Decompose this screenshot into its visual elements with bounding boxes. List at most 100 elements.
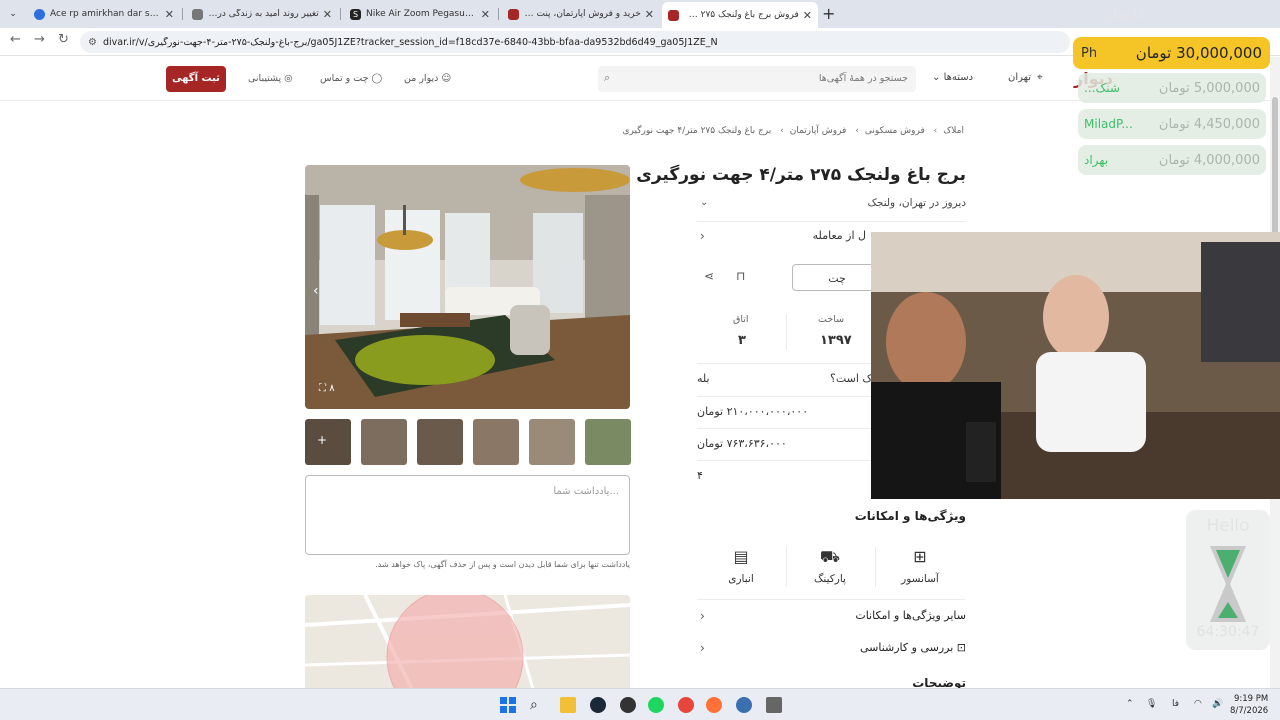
breadcrumb-item[interactable]: فروش مسکونی (865, 126, 925, 136)
close-icon[interactable]: ✕ (645, 8, 654, 21)
firefox-icon[interactable] (706, 697, 722, 713)
thumbnail[interactable] (417, 419, 463, 465)
stat-value: ۱۳۹۷ (820, 333, 852, 348)
features-title: ویژگی‌ها و امکانات (854, 509, 966, 523)
browser-icon[interactable] (736, 697, 752, 713)
wifi-icon[interactable]: ◠ (1194, 699, 1202, 709)
photo-count-badge[interactable]: ⛶ ۸ (319, 383, 335, 394)
location-pin-icon: ⌖ (1037, 72, 1043, 83)
bookmark-icon[interactable]: ⊓ (736, 269, 745, 283)
top-donation: Ph 30,000,000 تومان (1073, 37, 1270, 69)
thumbnail[interactable] (529, 419, 575, 465)
post-ad-button[interactable]: ثبت آگهی (166, 66, 226, 92)
tab-ace-rp[interactable]: Ace rp amirkhan dar shahr - Re ✕ (28, 3, 180, 25)
site-info-icon[interactable]: ⚙ (88, 37, 97, 48)
thumbnail[interactable] (585, 419, 631, 465)
more-features-link[interactable]: سایر ویژگی‌ها و امکانات (855, 609, 966, 622)
price-per-meter: ۷۶۳،۶۳۶،۰۰۰ تومان (697, 437, 787, 450)
stat-label: اتاق (733, 314, 749, 325)
search-input[interactable]: جستجو در همهٔ آگهی‌ها ⌕ (598, 66, 916, 92)
volume-icon[interactable]: 🔊 (1212, 699, 1223, 709)
hourglass-timer: Hello 64:30:47 (1186, 510, 1270, 650)
note-hint: یادداشت تنها برای شما قابل دیدن است و پس… (375, 560, 630, 569)
donation-row: بهراد 4,000,000 تومان (1078, 145, 1266, 175)
page-title: برج باغ ولنجک ۲۷۵ متر/۴ جهت نورگیری (636, 165, 966, 185)
start-icon[interactable] (500, 697, 516, 713)
tray-chevron-icon[interactable]: ⌃ (1126, 699, 1134, 709)
note-textarea[interactable]: یادداشت شما... (305, 475, 630, 555)
review-link[interactable]: ⊡ بررسی و کارشناسی (860, 641, 966, 654)
back-icon[interactable]: ← (10, 32, 21, 47)
chat-link[interactable]: چت و تماس ◯ (320, 73, 382, 84)
chevron-left-icon[interactable]: › (700, 229, 705, 243)
windows-taskbar: ⌕ ⌃ 🎙 فا ◠ 🔊 9:19 PM 8/7/2026 (0, 688, 1280, 720)
close-icon[interactable]: ✕ (323, 8, 332, 21)
row-label: ک است؟ (830, 372, 873, 385)
close-icon[interactable]: ✕ (165, 8, 174, 21)
description-title: توضیحات (912, 676, 966, 688)
system-clock[interactable]: 9:19 PM 8/7/2026 (1230, 693, 1268, 717)
living-room-photo (305, 165, 630, 409)
microphone-icon[interactable]: 🎙 (1146, 699, 1157, 709)
tab-divar-listing[interactable]: فروش برج باغ ولنجک ۲۷۵ متر/۴ - ✕ (662, 2, 818, 28)
row-value: بله (697, 372, 710, 385)
info-line[interactable]: ل از معامله (813, 229, 866, 242)
share-icon[interactable]: ⋖ (704, 269, 714, 283)
tab-search-icon[interactable]: ⌄ (4, 5, 22, 23)
chat-button[interactable]: چت (792, 264, 882, 291)
close-icon[interactable]: ✕ (481, 8, 490, 21)
thumbnail[interactable]: + (305, 419, 351, 465)
map-graphic (305, 595, 630, 688)
tab-divar-apartments[interactable]: خرید و فروش آپارتمان، پنت هاوس ✕ (502, 3, 660, 25)
main-photo[interactable]: ‹ ⛶ ۸ (305, 165, 630, 409)
expand-icon: ⛶ (319, 383, 330, 394)
breadcrumb-item: برج باغ ولنجک ۲۷۵ متر/۴ جهت نورگیری (622, 126, 772, 136)
spotify-icon[interactable] (648, 697, 664, 713)
tab-nike[interactable]: S Nike Air Zoom Pegasus 35 Runn ✕ (344, 3, 496, 25)
file-explorer-icon[interactable] (560, 697, 576, 713)
tab-favicon-icon (34, 8, 45, 20)
city-selector[interactable]: ⌖ تهران (1008, 72, 1043, 83)
review-icon: ⊡ (953, 641, 966, 654)
divider (697, 599, 965, 600)
chevron-left-icon[interactable]: ‹ (313, 283, 319, 299)
chevron-left-icon[interactable]: › (700, 609, 705, 623)
plus-icon: + (317, 433, 328, 447)
steam-icon[interactable] (590, 697, 606, 713)
new-tab-icon[interactable]: + (822, 4, 835, 23)
storage-icon: ▤ (733, 547, 749, 566)
chevron-down-icon: ⌄ (932, 72, 941, 83)
divider (875, 547, 876, 587)
breadcrumb-separator: › (933, 126, 938, 136)
car-icon: ⛟ (819, 547, 841, 566)
thumbnail[interactable] (361, 419, 407, 465)
calculator-icon[interactable] (766, 697, 782, 713)
divider (786, 547, 787, 587)
input-language[interactable]: فا (1172, 699, 1179, 709)
close-icon[interactable]: ✕ (803, 9, 812, 22)
thumbnail[interactable] (473, 419, 519, 465)
divider (697, 221, 965, 222)
chevron-down-icon[interactable]: ⌄ (700, 197, 708, 208)
listing-subtitle: دیروز در تهران، ولنجک (867, 197, 966, 209)
search-icon[interactable]: ⌕ (530, 697, 546, 713)
reload-icon[interactable]: ↻ (58, 32, 69, 47)
app-icon[interactable] (620, 697, 636, 713)
breadcrumb-item[interactable]: فروش آپارتمان (790, 126, 847, 136)
stat-value: ۳ (738, 333, 746, 348)
categories-menu[interactable]: دسته‌ها ⌄ (932, 72, 973, 83)
webcam-overlay (871, 232, 1280, 499)
breadcrumb: املاک › فروش مسکونی › فروش آپارتمان › برج ب… (623, 126, 964, 136)
chrome-icon[interactable] (678, 697, 694, 713)
chevron-left-icon[interactable]: › (700, 641, 705, 655)
my-divar-link[interactable]: دیوار من ☺ (404, 73, 451, 84)
location-map[interactable] (305, 595, 630, 688)
support-link[interactable]: پشتیبانی ◎ (248, 73, 293, 84)
tab-divider (340, 8, 341, 20)
breadcrumb-item[interactable]: املاک (943, 126, 964, 136)
forward-icon[interactable]: → (34, 32, 45, 47)
tab-favicon-icon: S (350, 8, 361, 20)
tab-life-expectancy[interactable]: تغییر روند امید به زندگی در قاره ✕ (186, 3, 338, 25)
feature-elevator: ⊞ آسانسور (880, 547, 960, 585)
url-field[interactable]: ⚙ divar.ir/v/برج-باغ-ولنجک-۲۷۵-متر-۴-جهت… (80, 31, 1070, 53)
